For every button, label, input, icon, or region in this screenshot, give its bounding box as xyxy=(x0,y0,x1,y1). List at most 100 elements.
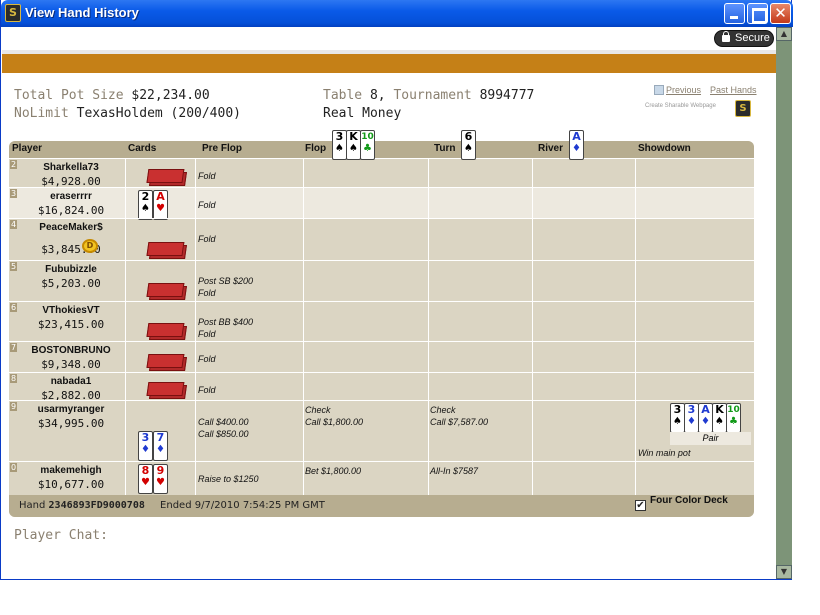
preflop-action: Call $400.00 xyxy=(198,417,249,427)
card-suit-icon: ♣ xyxy=(729,416,738,427)
title-bar[interactable]: S View Hand History ✕ xyxy=(1,0,793,27)
card-rank: A xyxy=(572,130,581,143)
col-showdown: Showdown xyxy=(638,143,691,154)
table-footer: Hand 2346893FD9000708 Ended 9/7/2010 7:5… xyxy=(9,495,754,517)
card-back-icon xyxy=(149,385,187,399)
preflop-action: Fold xyxy=(198,329,216,339)
previous-link[interactable]: Previous xyxy=(666,85,701,95)
four-color-checkbox[interactable]: ✔ xyxy=(635,500,646,511)
divider xyxy=(428,158,429,495)
close-icon: ✕ xyxy=(774,4,787,22)
table-row[interactable]: 2 Sharkella73 $4,928.00 Fold xyxy=(9,158,754,188)
card-suit-icon: ♦ xyxy=(572,143,581,154)
divider xyxy=(532,158,533,495)
card-rank: 3 xyxy=(335,130,344,143)
col-cards: Cards xyxy=(128,143,157,154)
card-rank: A xyxy=(156,190,165,203)
col-player: Player xyxy=(12,143,43,154)
flop-action: Check xyxy=(305,405,331,415)
card-suit-icon: ♠ xyxy=(673,416,682,427)
app-icon: S xyxy=(5,4,21,22)
close-button[interactable]: ✕ xyxy=(770,3,791,24)
table-row[interactable]: 8 nabada1 $2,882.00 Fold xyxy=(9,372,754,402)
hand-id: 2346893FD9000708 xyxy=(48,500,145,511)
col-flop: Flop xyxy=(305,143,327,154)
preflop-action: Fold xyxy=(198,234,216,244)
four-color-label: Four Color Deck xyxy=(650,495,728,506)
card-suit-icon: ♣ xyxy=(363,143,372,154)
table-row[interactable]: 7 BOSTONBRUNO $9,348.00 Fold xyxy=(9,341,754,372)
preflop-action: Raise to $1250 xyxy=(198,474,259,484)
card-rank: A xyxy=(701,403,710,416)
money-type: Real Money xyxy=(323,106,402,121)
card-back-icon xyxy=(149,357,187,371)
total-pot-label: Total Pot Size xyxy=(14,88,124,103)
divider xyxy=(195,158,196,495)
turn-action: Check xyxy=(430,405,456,415)
card-suit-icon: ♠ xyxy=(349,143,358,154)
table-row[interactable]: 6 VThokiesVT $23,415.00 Post BB $400 Fold xyxy=(9,301,754,341)
card-rank: 3 xyxy=(673,403,682,416)
showdown-card: K ♠ xyxy=(712,403,727,433)
vertical-scrollbar[interactable]: ▲ ▼ xyxy=(776,27,792,579)
hole-card: 7 ♦ xyxy=(153,431,168,461)
card-rank: 10 xyxy=(727,405,740,415)
maximize-button[interactable] xyxy=(747,3,768,24)
card-rank: K xyxy=(715,403,724,416)
past-hands-link[interactable]: Past Hands xyxy=(710,85,757,95)
player-stack: $3,845.00 xyxy=(41,243,101,256)
card-suit-icon: ♦ xyxy=(156,444,165,455)
col-river: River xyxy=(538,143,564,154)
scroll-up-icon[interactable]: ▲ xyxy=(776,27,792,41)
table-row[interactable]: 4 PeaceMaker$ $3,845.00 Fold xyxy=(9,218,754,260)
preflop-action: Fold xyxy=(198,354,216,364)
game-prefix: NoLimit xyxy=(14,106,69,121)
showdown-card: 3 ♦ xyxy=(684,403,699,433)
river-card: A ♦ xyxy=(569,130,584,160)
card-rank: 3 xyxy=(141,431,150,444)
card-rank: 9 xyxy=(156,464,165,477)
share-icon[interactable]: S xyxy=(735,100,751,117)
table-row[interactable]: 9 usarmyranger $34,995.00 Call $400.00 Call … xyxy=(9,400,754,461)
showdown-card: A ♦ xyxy=(698,403,713,433)
share-link[interactable]: Create Sharable Webpage xyxy=(645,103,716,109)
card-suit-icon: ♦ xyxy=(701,416,710,427)
preflop-action: Fold xyxy=(198,171,216,181)
divider xyxy=(635,158,636,495)
dealer-chip-icon: D xyxy=(82,239,98,253)
divider xyxy=(303,158,304,495)
turn-card: 6 ♠ xyxy=(461,130,476,160)
hole-card: 9 ♥ xyxy=(153,464,168,494)
table-header: Player Cards Pre Flop Flop Turn River Sh… xyxy=(9,141,754,158)
col-turn: Turn xyxy=(434,143,456,154)
flop-card: K ♠ xyxy=(346,130,361,160)
table-info: Table 8, Tournament 8994777 xyxy=(323,88,534,103)
preflop-action: Post SB $200 xyxy=(198,276,254,286)
table-row[interactable]: 3 eraserrrr $16,824.00 Fold 2 ♠ A ♥ xyxy=(9,187,754,220)
player-name: Sharkella73 xyxy=(43,162,99,173)
game-type: NoLimit TexasHoldem (200/400) xyxy=(14,106,241,121)
lock-icon xyxy=(722,31,730,42)
player-stack: $23,415.00 xyxy=(37,318,105,331)
secure-label: Secure xyxy=(735,32,770,44)
showdown-result: Win main pot xyxy=(638,448,691,458)
player-chat-label: Player Chat: xyxy=(14,528,108,543)
hand-table: Player Cards Pre Flop Flop Turn River Sh… xyxy=(9,141,754,517)
table-row[interactable]: 0 makemehigh $10,677.00 Raise to $1250 Bet $… xyxy=(9,461,754,495)
card-rank: 7 xyxy=(156,431,165,444)
minimize-button[interactable] xyxy=(724,3,745,24)
player-stack: $5,203.00 xyxy=(41,277,101,290)
card-rank: 2 xyxy=(141,190,150,203)
accent-bar xyxy=(2,54,776,73)
player-name: eraserrrr xyxy=(50,191,92,202)
table-row[interactable]: 5 Fububizzle $5,203.00 Post SB $200 Fold xyxy=(9,260,754,301)
card-suit-icon: ♥ xyxy=(156,477,165,488)
preflop-action: Fold xyxy=(198,288,216,298)
hole-card: 2 ♠ xyxy=(138,190,153,220)
card-suit-icon: ♥ xyxy=(156,203,165,214)
showdown-card: 10 ♣ xyxy=(726,403,741,433)
scroll-down-icon[interactable]: ▼ xyxy=(776,565,792,579)
previous-icon[interactable] xyxy=(654,85,664,95)
col-preflop: Pre Flop xyxy=(202,143,243,154)
card-back-icon xyxy=(149,172,187,186)
